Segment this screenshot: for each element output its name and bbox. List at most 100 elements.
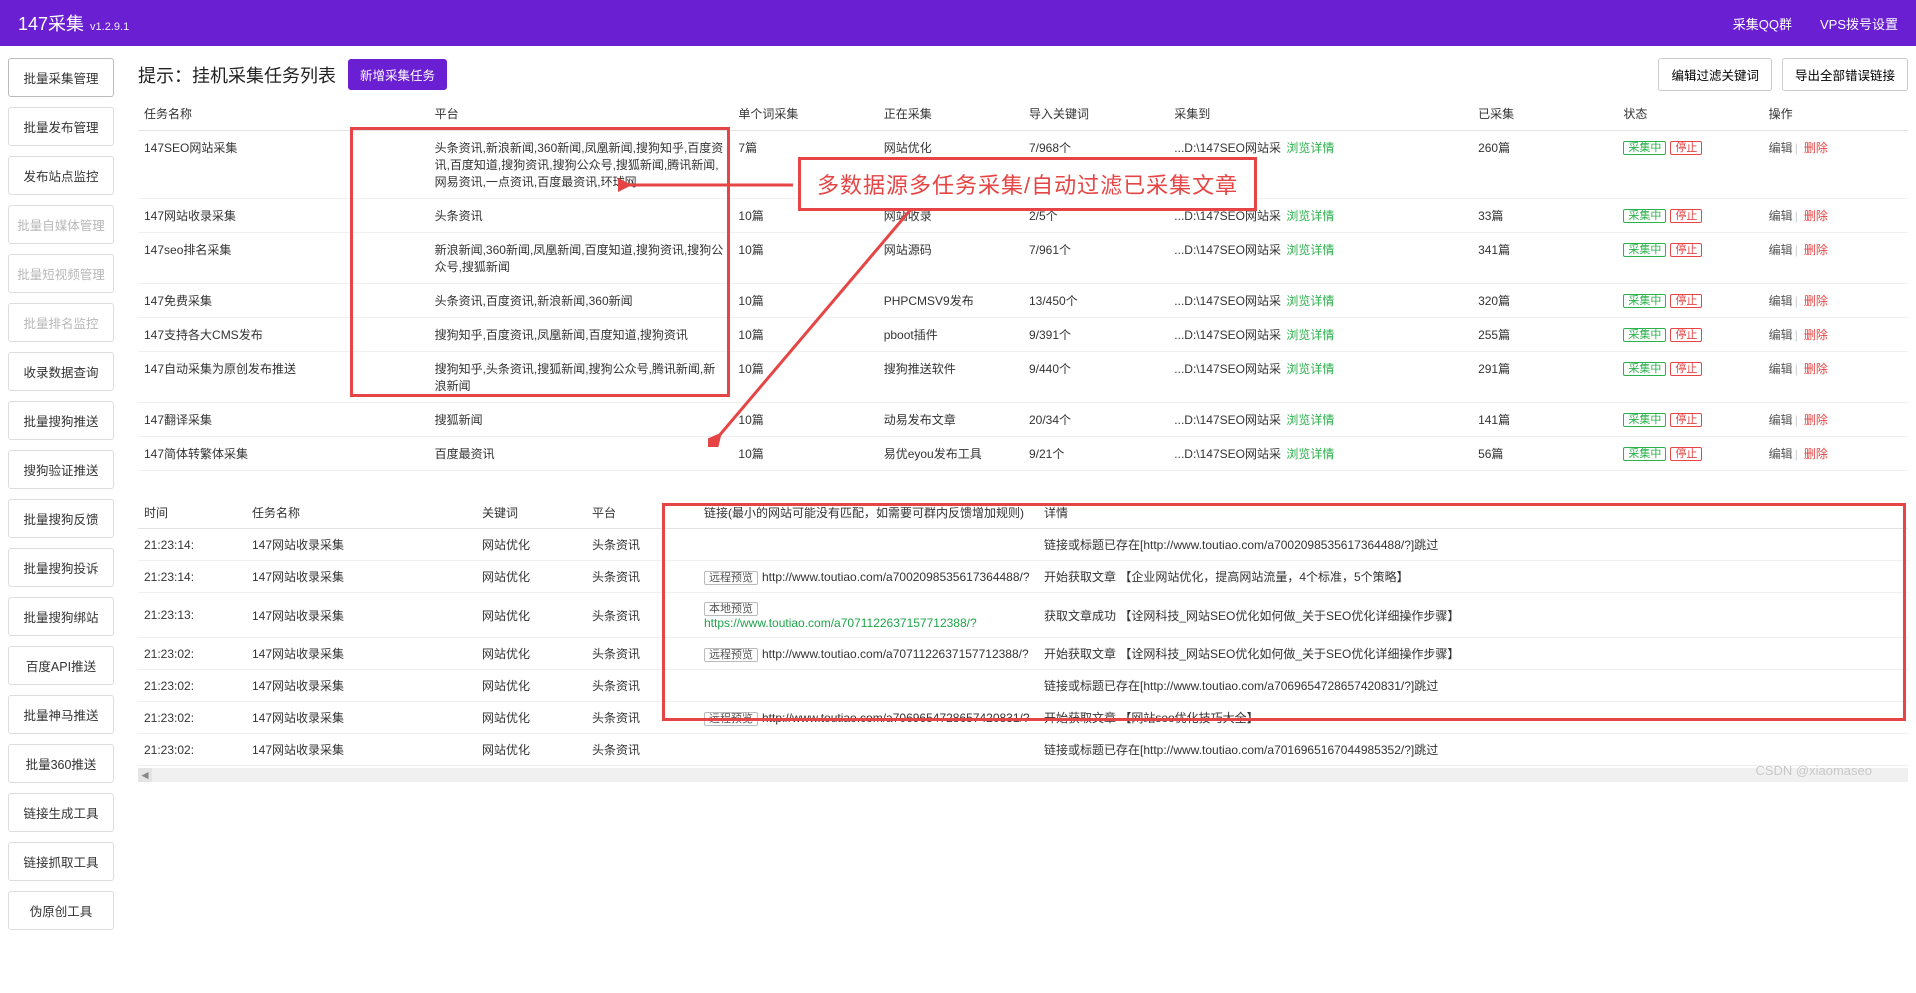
edit-button[interactable]: 编辑	[1769, 294, 1793, 308]
sidebar-item-9[interactable]: 批量搜狗反馈	[8, 499, 114, 538]
lth-pf: 平台	[586, 497, 698, 529]
cell-path: ...D:\147SEO网站采 浏览详情	[1168, 437, 1472, 471]
cell-imported: 9/21个	[1023, 437, 1168, 471]
delete-button[interactable]: 删除	[1804, 294, 1828, 308]
sidebar-item-12[interactable]: 百度API推送	[8, 646, 114, 685]
log-task: 147网站收录采集	[246, 638, 476, 670]
sidebar-item-16[interactable]: 链接抓取工具	[8, 842, 114, 881]
log-time: 21:23:02:	[138, 638, 246, 670]
log-url[interactable]: https://www.toutiao.com/a707112263715771…	[704, 616, 977, 630]
sidebar-item-4: 批量短视频管理	[8, 254, 114, 293]
log-row: 21:23:13:147网站收录采集网站优化头条资讯本地预览https://ww…	[138, 593, 1908, 638]
new-task-button[interactable]: 新增采集任务	[348, 59, 447, 90]
log-kw: 网站优化	[476, 734, 586, 766]
th-path: 采集到	[1168, 97, 1472, 131]
edit-button[interactable]: 编辑	[1769, 447, 1793, 461]
th-single: 单个词采集	[732, 97, 877, 131]
view-detail-link[interactable]: 浏览详情	[1286, 413, 1334, 427]
cell-ops: 编辑|删除	[1763, 318, 1908, 352]
delete-button[interactable]: 删除	[1804, 413, 1828, 427]
edit-button[interactable]: 编辑	[1769, 413, 1793, 427]
edit-button[interactable]: 编辑	[1769, 209, 1793, 223]
log-url[interactable]: http://www.toutiao.com/a7002098535617364…	[762, 570, 1030, 584]
cell-imported: 7/961个	[1023, 233, 1168, 284]
view-detail-link[interactable]: 浏览详情	[1286, 141, 1334, 155]
log-url[interactable]: http://www.toutiao.com/a7071122637157712…	[762, 647, 1029, 661]
status-stop-button[interactable]: 停止	[1670, 141, 1702, 155]
cell-path: ...D:\147SEO网站采 浏览详情	[1168, 233, 1472, 284]
cell-name: 147简体转繁体采集	[138, 437, 429, 471]
remote-preview-button[interactable]: 远程预览	[704, 571, 758, 585]
view-detail-link[interactable]: 浏览详情	[1286, 243, 1334, 257]
task-table-wrap: 任务名称 平台 单个词采集 正在采集 导入关键词 采集到 已采集 状态 操作 1…	[138, 97, 1908, 471]
cell-collected: 320篇	[1472, 284, 1617, 318]
filter-keywords-button[interactable]: 编辑过滤关键词	[1658, 58, 1772, 91]
log-detail: 开始获取文章 【诠网科技_网站SEO优化如何做_关于SEO优化详细操作步骤】	[1038, 638, 1908, 670]
view-detail-link[interactable]: 浏览详情	[1286, 328, 1334, 342]
status-stop-button[interactable]: 停止	[1670, 447, 1702, 461]
sidebar-item-15[interactable]: 链接生成工具	[8, 793, 114, 832]
sidebar-item-8[interactable]: 搜狗验证推送	[8, 450, 114, 489]
task-row[interactable]: 147简体转繁体采集百度最资讯10篇易优eyou发布工具9/21个...D:\1…	[138, 437, 1908, 471]
sidebar-item-14[interactable]: 批量360推送	[8, 744, 114, 783]
log-table-wrap: 时间 任务名称 关键词 平台 链接(最小的网站可能没有匹配，如需要可群内反馈增加…	[138, 497, 1908, 782]
log-url[interactable]: http://www.toutiao.com/a7069654728657420…	[762, 711, 1030, 725]
status-stop-button[interactable]: 停止	[1670, 294, 1702, 308]
task-row[interactable]: 147翻译采集搜狐新闻10篇动易发布文章20/34个...D:\147SEO网站…	[138, 403, 1908, 437]
horizontal-scrollbar[interactable]: ◄	[138, 768, 1908, 782]
view-detail-link[interactable]: 浏览详情	[1286, 294, 1334, 308]
log-link	[698, 529, 1038, 561]
sidebar-item-1[interactable]: 批量发布管理	[8, 107, 114, 146]
sidebar-item-6[interactable]: 收录数据查询	[8, 352, 114, 391]
header-link-vps[interactable]: VPS拨号设置	[1820, 14, 1898, 33]
cell-name: 147翻译采集	[138, 403, 429, 437]
sidebar-item-17[interactable]: 伪原创工具	[8, 891, 114, 930]
log-pf: 头条资讯	[586, 702, 698, 734]
log-detail: 开始获取文章 【企业网站优化，提高网站流量，4个标准，5个策略】	[1038, 561, 1908, 593]
scroll-left-icon[interactable]: ◄	[138, 768, 152, 782]
remote-preview-button[interactable]: 远程预览	[704, 712, 758, 726]
cell-ops: 编辑|删除	[1763, 233, 1908, 284]
status-stop-button[interactable]: 停止	[1670, 362, 1702, 376]
sidebar-item-7[interactable]: 批量搜狗推送	[8, 401, 114, 440]
log-pf: 头条资讯	[586, 529, 698, 561]
edit-button[interactable]: 编辑	[1769, 328, 1793, 342]
delete-button[interactable]: 删除	[1804, 362, 1828, 376]
delete-button[interactable]: 删除	[1804, 209, 1828, 223]
delete-button[interactable]: 删除	[1804, 141, 1828, 155]
status-stop-button[interactable]: 停止	[1670, 328, 1702, 342]
status-stop-button[interactable]: 停止	[1670, 243, 1702, 257]
status-stop-button[interactable]: 停止	[1670, 209, 1702, 223]
log-detail: 链接或标题已存在[http://www.toutiao.com/a7016965…	[1038, 734, 1908, 766]
lth-link: 链接(最小的网站可能没有匹配，如需要可群内反馈增加规则)	[698, 497, 1038, 529]
view-detail-link[interactable]: 浏览详情	[1286, 447, 1334, 461]
sidebar-item-2[interactable]: 发布站点监控	[8, 156, 114, 195]
cell-platform: 搜狗知乎,百度资讯,凤凰新闻,百度知道,搜狗资讯	[429, 318, 733, 352]
status-stop-button[interactable]: 停止	[1670, 413, 1702, 427]
log-pf: 头条资讯	[586, 638, 698, 670]
task-row[interactable]: 147免费采集头条资讯,百度资讯,新浪新闻,360新闻10篇PHPCMSV9发布…	[138, 284, 1908, 318]
header-link-qqgroup[interactable]: 采集QQ群	[1733, 14, 1792, 33]
edit-button[interactable]: 编辑	[1769, 362, 1793, 376]
task-row[interactable]: 147支持各大CMS发布搜狗知乎,百度资讯,凤凰新闻,百度知道,搜狗资讯10篇p…	[138, 318, 1908, 352]
cell-path: ...D:\147SEO网站采 浏览详情	[1168, 318, 1472, 352]
edit-button[interactable]: 编辑	[1769, 141, 1793, 155]
sidebar-item-0[interactable]: 批量采集管理	[8, 58, 114, 97]
edit-button[interactable]: 编辑	[1769, 243, 1793, 257]
cell-name: 147支持各大CMS发布	[138, 318, 429, 352]
sidebar-item-13[interactable]: 批量神马推送	[8, 695, 114, 734]
annotation-callout: 多数据源多任务采集/自动过滤已采集文章	[798, 157, 1257, 211]
local-preview-button[interactable]: 本地预览	[704, 602, 758, 616]
log-detail: 获取文章成功 【诠网科技_网站SEO优化如何做_关于SEO优化详细操作步骤】	[1038, 593, 1908, 638]
export-errors-button[interactable]: 导出全部错误链接	[1782, 58, 1908, 91]
sidebar-item-11[interactable]: 批量搜狗绑站	[8, 597, 114, 636]
task-row[interactable]: 147seo排名采集新浪新闻,360新闻,凤凰新闻,百度知道,搜狗资讯,搜狗公众…	[138, 233, 1908, 284]
view-detail-link[interactable]: 浏览详情	[1286, 362, 1334, 376]
sidebar-item-10[interactable]: 批量搜狗投诉	[8, 548, 114, 587]
remote-preview-button[interactable]: 远程预览	[704, 648, 758, 662]
delete-button[interactable]: 删除	[1804, 328, 1828, 342]
delete-button[interactable]: 删除	[1804, 447, 1828, 461]
view-detail-link[interactable]: 浏览详情	[1286, 209, 1334, 223]
delete-button[interactable]: 删除	[1804, 243, 1828, 257]
task-row[interactable]: 147自动采集为原创发布推送搜狗知乎,头条资讯,搜狐新闻,搜狗公众号,腾讯新闻,…	[138, 352, 1908, 403]
